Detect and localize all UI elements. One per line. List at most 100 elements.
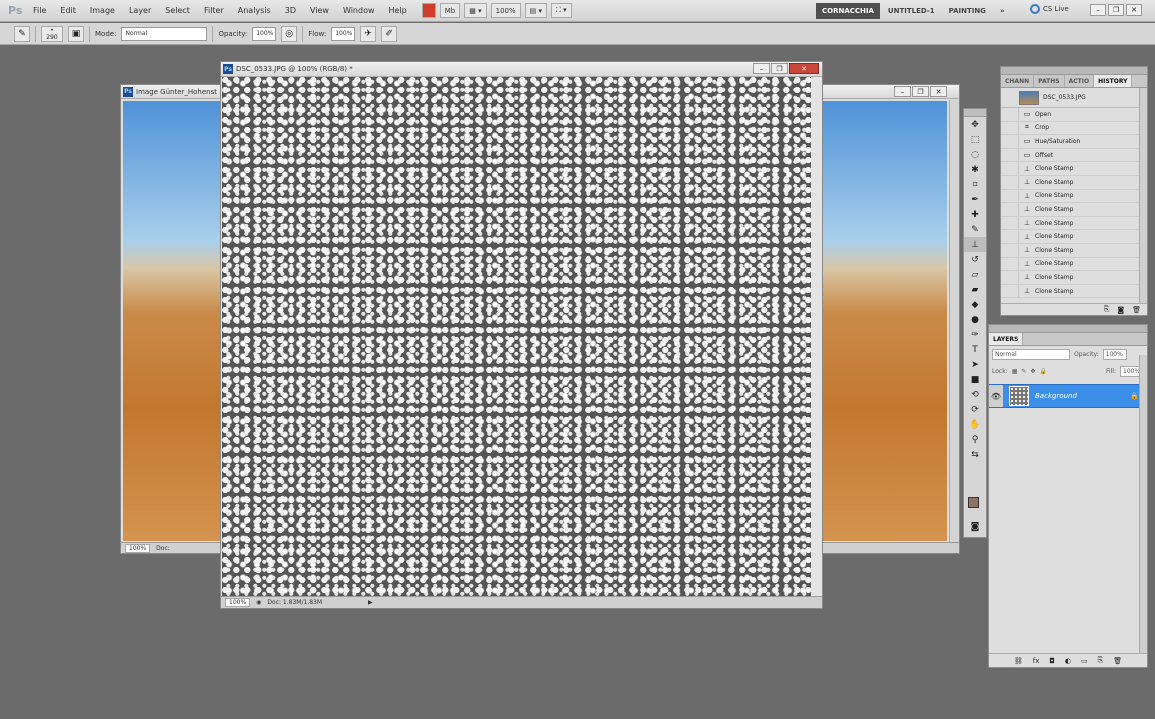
layer-style-icon[interactable]: fx bbox=[1033, 657, 1040, 665]
arrange-documents-button[interactable]: ▤ ▾ bbox=[524, 3, 547, 18]
history-item[interactable]: ▭ Offset bbox=[1001, 148, 1147, 163]
minimize-button[interactable]: – bbox=[894, 86, 911, 97]
history-source-checkbox[interactable] bbox=[1001, 135, 1019, 148]
new-snapshot-icon[interactable]: ◙ bbox=[1117, 306, 1124, 314]
restore-button[interactable]: ❐ bbox=[912, 86, 929, 97]
history-scrollbar[interactable] bbox=[1139, 88, 1147, 303]
eyedropper-tool-icon[interactable]: ✒ bbox=[964, 192, 986, 207]
history-source-checkbox[interactable] bbox=[1001, 189, 1019, 203]
visibility-eye-icon[interactable]: 👁 bbox=[989, 385, 1003, 407]
tablet-size-pressure-icon[interactable]: ✐ bbox=[381, 25, 398, 42]
default-colors-icon[interactable]: ⇆ bbox=[964, 447, 986, 462]
3d-rotate-tool-icon[interactable]: ⟲ bbox=[964, 387, 986, 402]
hand-tool-icon[interactable]: ✋ bbox=[964, 417, 986, 432]
lock-pixels-icon[interactable]: ✎ bbox=[1021, 368, 1026, 375]
menu-view[interactable]: View bbox=[303, 6, 336, 15]
menu-layer[interactable]: Layer bbox=[122, 6, 158, 15]
move-tool-icon[interactable]: ✥ bbox=[964, 117, 986, 132]
history-brush-tool-icon[interactable]: ↺ bbox=[964, 252, 986, 267]
minimize-button[interactable]: – bbox=[753, 63, 770, 74]
path-selection-tool-icon[interactable]: ➤ bbox=[964, 357, 986, 372]
blend-mode-select[interactable]: Normal bbox=[992, 349, 1070, 360]
history-item[interactable]: ⊥ Clone Stamp bbox=[1001, 243, 1147, 258]
tab-layers[interactable]: LAYERS bbox=[989, 333, 1024, 345]
close-button[interactable]: ✕ bbox=[789, 63, 819, 74]
dodge-tool-icon[interactable]: ● bbox=[964, 312, 986, 327]
history-item[interactable]: ▭ Hue/Saturation bbox=[1001, 135, 1147, 149]
history-source-checkbox[interactable] bbox=[1001, 284, 1019, 298]
status-arrow-icon[interactable]: ▶ bbox=[368, 599, 373, 606]
history-item[interactable]: ⊥ Clone Stamp bbox=[1001, 216, 1147, 231]
history-source-checkbox[interactable] bbox=[1001, 230, 1019, 243]
blur-tool-icon[interactable]: ◆ bbox=[964, 297, 986, 312]
3d-orbit-tool-icon[interactable]: ⟳ bbox=[964, 402, 986, 417]
document-window-main[interactable]: Ps DSC_0533.JPG @ 100% (RGB/8) * – ❐ ✕ 1… bbox=[220, 61, 823, 609]
opacity-field[interactable]: 100% bbox=[252, 26, 277, 41]
mini-bridge-button[interactable]: Mb bbox=[439, 3, 461, 18]
eraser-tool-icon[interactable]: ▱ bbox=[964, 267, 986, 282]
pen-tool-icon[interactable]: ✑ bbox=[964, 327, 986, 342]
panel-collapse-bar[interactable] bbox=[989, 325, 1147, 333]
link-layers-icon[interactable]: ⛓ bbox=[1014, 657, 1023, 665]
history-item[interactable]: ⊥ Clone Stamp bbox=[1001, 271, 1147, 285]
layer-opacity-field[interactable]: 100% bbox=[1102, 349, 1127, 360]
history-source-checkbox[interactable] bbox=[1001, 257, 1019, 271]
tools-panel-header[interactable] bbox=[964, 109, 986, 117]
minimize-button[interactable]: – bbox=[1090, 4, 1106, 16]
marquee-tool-icon[interactable]: ⬚ bbox=[964, 132, 986, 147]
document-tab[interactable]: Ps Image Günter_Hohenst bbox=[121, 85, 229, 99]
lock-all-icon[interactable]: 🔒 bbox=[1039, 368, 1046, 375]
lock-transparency-icon[interactable]: ▦ bbox=[1012, 368, 1018, 375]
tab-history[interactable]: HISTORY bbox=[1094, 75, 1133, 87]
history-item[interactable]: ⊥ Clone Stamp bbox=[1001, 203, 1147, 217]
history-item[interactable]: ⊥ Clone Stamp bbox=[1001, 257, 1147, 272]
restore-button[interactable]: ❐ bbox=[771, 63, 788, 74]
quick-selection-tool-icon[interactable]: ✱ bbox=[964, 162, 986, 177]
history-source-checkbox[interactable] bbox=[1001, 108, 1019, 121]
status-menu-icon[interactable]: ◉ bbox=[256, 599, 261, 606]
workspace-more-button[interactable]: » bbox=[994, 3, 1011, 19]
panel-collapse-bar[interactable] bbox=[1001, 67, 1147, 75]
history-item[interactable]: ⊥ Clone Stamp bbox=[1001, 230, 1147, 244]
history-snapshot[interactable]: DSC_0533.JPG bbox=[1001, 88, 1147, 108]
flow-field[interactable]: 100% bbox=[331, 26, 356, 41]
healing-brush-tool-icon[interactable]: ✚ bbox=[964, 207, 986, 222]
history-item[interactable]: ⊥ Clone Stamp bbox=[1001, 175, 1147, 190]
history-source-checkbox[interactable] bbox=[1001, 203, 1019, 216]
workspace-untitled-1[interactable]: UNTITLED-1 bbox=[882, 3, 941, 19]
screen-mode-button[interactable]: ⛶ ▾ bbox=[550, 3, 572, 18]
zoom-field[interactable]: 100% bbox=[125, 543, 151, 553]
adjustment-layer-icon[interactable]: ◐ bbox=[1065, 657, 1071, 665]
layers-scrollbar[interactable] bbox=[1139, 355, 1147, 653]
brush-panel-toggle-icon[interactable]: ▣ bbox=[68, 25, 84, 42]
history-source-checkbox[interactable] bbox=[1001, 148, 1019, 162]
airbrush-icon[interactable]: ✈ bbox=[360, 25, 377, 42]
quick-mask-icon[interactable]: ◙ bbox=[964, 519, 986, 534]
crop-tool-icon[interactable]: ⌗ bbox=[964, 177, 986, 192]
clone-stamp-tool-preset-icon[interactable]: ✎ bbox=[14, 25, 30, 42]
cracked-texture-canvas[interactable] bbox=[222, 77, 811, 596]
new-group-icon[interactable]: ▭ bbox=[1081, 657, 1088, 665]
type-tool-icon[interactable]: T bbox=[964, 342, 986, 357]
restore-button[interactable]: ❐ bbox=[1108, 4, 1124, 16]
delete-state-icon[interactable]: 🗑 bbox=[1132, 306, 1141, 314]
menu-filter[interactable]: Filter bbox=[197, 6, 231, 15]
view-extras-button[interactable]: ▦ ▾ bbox=[464, 3, 487, 18]
tablet-opacity-pressure-icon[interactable]: ◎ bbox=[281, 25, 298, 42]
document-tab[interactable]: Ps DSC_0533.JPG @ 100% (RGB/8) * bbox=[221, 62, 822, 77]
history-item[interactable]: ⊥ Clone Stamp bbox=[1001, 162, 1147, 176]
new-document-from-state-icon[interactable]: ⎘ bbox=[1104, 305, 1110, 314]
zoom-level-select[interactable]: 100% bbox=[490, 3, 521, 18]
brush-tool-icon[interactable]: ✎ bbox=[964, 222, 986, 237]
workspace-painting[interactable]: PAINTING bbox=[943, 3, 992, 19]
shape-tool-icon[interactable]: ■ bbox=[964, 372, 986, 387]
brush-preset-picker[interactable]: • 290 bbox=[41, 25, 63, 42]
history-item[interactable]: ⊥ Clone Stamp bbox=[1001, 189, 1147, 204]
history-item[interactable]: ⊥ Clone Stamp bbox=[1001, 284, 1147, 299]
menu-3d[interactable]: 3D bbox=[278, 6, 303, 15]
mode-select[interactable]: Normal bbox=[121, 26, 208, 41]
close-button[interactable]: ✕ bbox=[930, 86, 947, 97]
history-source-checkbox[interactable] bbox=[1001, 271, 1019, 284]
history-item[interactable]: ▭ Open bbox=[1001, 108, 1147, 122]
document-window-desert-left[interactable]: Ps Image Günter_Hohenst 100% Doc: bbox=[120, 84, 231, 554]
